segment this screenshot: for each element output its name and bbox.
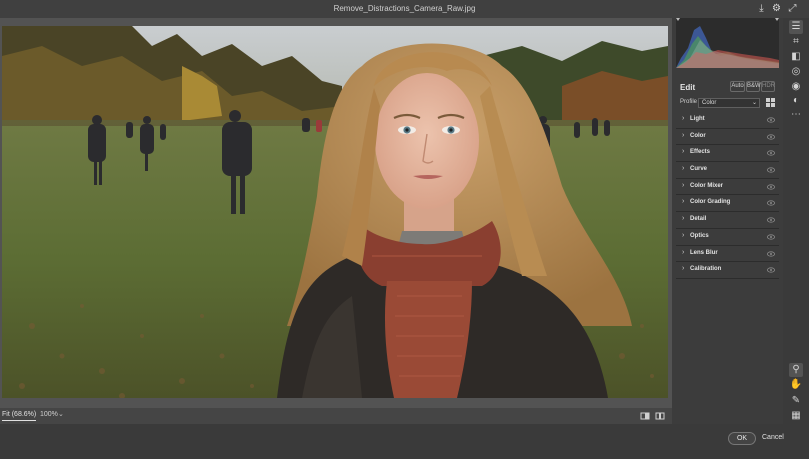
hdr-button[interactable]: HDR bbox=[761, 81, 775, 92]
section-label: Calibration bbox=[690, 266, 722, 273]
section-detail[interactable]: › Detail bbox=[676, 212, 779, 229]
save-icon[interactable]: ⤓ bbox=[755, 2, 768, 15]
more-icon[interactable]: ⋯ bbox=[789, 108, 803, 122]
zoom-100-button[interactable]: 100% bbox=[40, 411, 58, 418]
eye-icon[interactable] bbox=[767, 184, 775, 190]
section-color-mixer[interactable]: › Color Mixer bbox=[676, 179, 779, 196]
section-optics[interactable]: › Optics bbox=[676, 229, 779, 246]
photo bbox=[2, 26, 668, 398]
edit-label: Edit bbox=[680, 83, 696, 92]
chevron-down-icon: ⌄ bbox=[751, 100, 757, 106]
section-calibration[interactable]: › Calibration bbox=[676, 262, 779, 279]
title-bar: Remove_Distractions_Camera_Raw.jpg ⤓ ⚙ ⤢ bbox=[0, 0, 809, 18]
view-bar: Fit (68.6%) 100% ⌄ bbox=[0, 408, 672, 424]
cancel-button[interactable]: Cancel bbox=[762, 434, 784, 441]
eye-icon[interactable] bbox=[767, 167, 775, 173]
chevron-right-icon: › bbox=[682, 198, 685, 206]
profile-label: Profile bbox=[680, 99, 698, 105]
profile-row: Profile Color ⌄ bbox=[676, 97, 779, 109]
profile-select[interactable]: Color ⌄ bbox=[698, 98, 760, 108]
eye-icon[interactable] bbox=[767, 117, 775, 123]
ok-button[interactable]: OK bbox=[728, 432, 756, 445]
fit-zoom-button[interactable]: Fit (68.6%) bbox=[2, 411, 37, 421]
before-after-icon[interactable] bbox=[640, 411, 650, 421]
section-label: Lens Blur bbox=[690, 249, 718, 256]
edit-header: Edit Auto B&W HDR bbox=[676, 81, 779, 93]
presets-icon[interactable]: ◐ bbox=[789, 94, 803, 108]
eye-icon[interactable] bbox=[767, 234, 775, 240]
section-light[interactable]: › Light bbox=[676, 112, 779, 129]
section-curve[interactable]: › Curve bbox=[676, 162, 779, 179]
crop-icon[interactable]: ⌗ bbox=[789, 35, 803, 49]
eye-icon[interactable] bbox=[767, 134, 775, 140]
profile-value: Color bbox=[702, 100, 717, 106]
chevron-right-icon: › bbox=[682, 148, 685, 156]
compare-view-icon[interactable] bbox=[655, 411, 665, 421]
section-label: Color Mixer bbox=[690, 182, 724, 189]
histogram bbox=[676, 18, 779, 68]
hand-icon[interactable]: ✋ bbox=[789, 378, 803, 392]
chevron-right-icon: › bbox=[682, 165, 685, 173]
bw-button[interactable]: B&W bbox=[746, 81, 761, 92]
mask-icon[interactable]: ◎ bbox=[789, 65, 803, 79]
grid-overlay-icon[interactable]: ▦ bbox=[789, 409, 803, 423]
image-preview[interactable] bbox=[2, 26, 668, 398]
profile-browser-icon[interactable] bbox=[766, 98, 775, 107]
edit-sections: › Light › Color › Effects › Curve › Color Mix… bbox=[676, 112, 779, 279]
edit-panel: Edit Auto B&W HDR Profile Color ⌄ › Light… bbox=[672, 18, 783, 424]
chevron-right-icon: › bbox=[682, 131, 685, 139]
red-eye-icon[interactable]: ◉ bbox=[789, 80, 803, 94]
tool-strip: ☰ ⌗ ◧ ◎ ◉ ◐ ⋯ ⚲ ✋ ✎ ▦ bbox=[783, 18, 809, 424]
chevron-right-icon: › bbox=[682, 231, 685, 239]
section-effects[interactable]: › Effects bbox=[676, 145, 779, 163]
section-label: Effects bbox=[690, 149, 711, 156]
window-title: Remove_Distractions_Camera_Raw.jpg bbox=[333, 4, 476, 13]
chevron-right-icon: › bbox=[682, 215, 685, 223]
eye-icon[interactable] bbox=[767, 250, 775, 257]
section-label: Curve bbox=[690, 166, 708, 173]
eye-icon[interactable] bbox=[767, 267, 775, 273]
section-label: Color Grading bbox=[690, 199, 731, 206]
section-label: Color bbox=[690, 132, 706, 139]
chevron-right-icon: › bbox=[682, 181, 685, 189]
expand-icon[interactable]: ⤢ bbox=[786, 2, 799, 15]
color-sampler-icon[interactable]: ✎ bbox=[789, 394, 803, 408]
section-color-grading[interactable]: › Color Grading bbox=[676, 195, 779, 213]
section-label: Detail bbox=[690, 216, 707, 223]
chevron-right-icon: › bbox=[682, 115, 685, 122]
settings-gear-icon[interactable]: ⚙ bbox=[770, 2, 783, 15]
section-label: Light bbox=[690, 116, 705, 122]
section-color[interactable]: › Color bbox=[676, 129, 779, 146]
eraser-icon[interactable]: ◧ bbox=[789, 50, 803, 64]
edit-sliders-icon[interactable]: ☰ bbox=[789, 20, 803, 34]
zoom-dropdown-icon[interactable]: ⌄ bbox=[58, 410, 64, 418]
section-label: Optics bbox=[690, 232, 709, 239]
auto-button[interactable]: Auto bbox=[730, 81, 745, 92]
eye-icon[interactable] bbox=[767, 150, 775, 156]
zoom-icon[interactable]: ⚲ bbox=[789, 363, 803, 377]
chevron-right-icon: › bbox=[682, 265, 685, 273]
section-lens-blur[interactable]: › Lens Blur bbox=[676, 246, 779, 263]
eye-icon[interactable] bbox=[767, 217, 775, 223]
dialog-footer: OK Cancel bbox=[0, 424, 809, 459]
eye-icon[interactable] bbox=[767, 200, 775, 207]
chevron-right-icon: › bbox=[682, 248, 685, 256]
